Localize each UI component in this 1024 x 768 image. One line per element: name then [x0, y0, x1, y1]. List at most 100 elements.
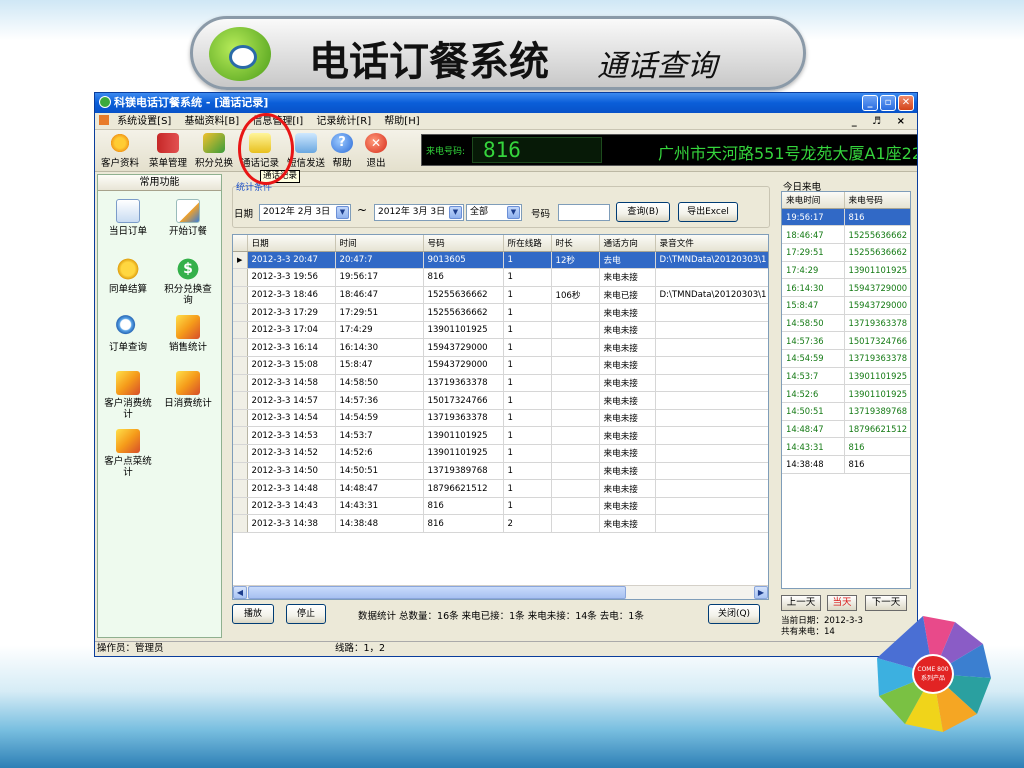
column-header-duration[interactable]: 时长: [551, 235, 600, 252]
next-day-button[interactable]: 下一天: [865, 595, 907, 611]
row-indicator[interactable]: [233, 409, 248, 428]
table-row[interactable]: 2012-3-3 14:58 14:58:50 13719363378 1 来电未接: [233, 374, 768, 393]
row-indicator[interactable]: [233, 391, 248, 410]
chevron-down-icon[interactable]: ▼: [336, 206, 349, 219]
export-excel-button[interactable]: 导出Excel: [678, 202, 738, 222]
table-row[interactable]: 2012-3-3 14:53 14:53:7 13901101925 1 来电未接: [233, 426, 768, 446]
column-header-call-time[interactable]: 来电时间: [782, 192, 845, 209]
column-header-line[interactable]: 所在线路: [503, 235, 552, 252]
chevron-down-icon[interactable]: ▼: [449, 206, 462, 219]
list-item[interactable]: 14:43:31 816: [782, 437, 910, 457]
row-indicator[interactable]: [233, 497, 248, 516]
table-row[interactable]: 2012-3-3 14:57 14:57:36 15017324766 1 来电未接: [233, 391, 768, 410]
menu-help[interactable]: 帮助[H]: [379, 113, 424, 130]
chevron-down-icon[interactable]: ▼: [507, 206, 520, 219]
date-from-picker[interactable]: 2012年 2月 3日 ▼: [259, 204, 351, 221]
row-indicator[interactable]: [233, 268, 248, 287]
list-item[interactable]: 14:54:59 13719363378: [782, 349, 910, 368]
list-item[interactable]: 14:52:6 13901101925: [782, 384, 910, 404]
sidebar-item-points-query[interactable]: $ 积分兑换查询: [160, 257, 216, 306]
table-row[interactable]: 2012-3-3 19:56 19:56:17 816 1 来电未接: [233, 268, 768, 287]
row-indicator[interactable]: ▶: [233, 251, 248, 270]
table-row[interactable]: 2012-3-3 17:04 17:4:29 13901101925 1 来电未接: [233, 321, 768, 340]
row-indicator[interactable]: [233, 479, 248, 498]
row-indicator[interactable]: [233, 303, 248, 322]
table-row[interactable]: 2012-3-3 14:48 14:48:47 18796621512 1 来电未接: [233, 479, 768, 498]
sidebar-item-customer-dish-stats[interactable]: 客户点菜统计: [100, 429, 156, 478]
list-item[interactable]: 15:8:47 15943729000: [782, 296, 910, 315]
toolbar-menu-management-button[interactable]: 菜单管理: [145, 133, 191, 169]
list-item[interactable]: 14:38:48 816: [782, 455, 910, 474]
list-item[interactable]: 14:53:7 13901101925: [782, 367, 910, 386]
close-button[interactable]: 关闭(Q): [708, 604, 760, 624]
play-button[interactable]: 播放: [232, 604, 274, 624]
scroll-left-icon[interactable]: ◀: [233, 586, 247, 599]
mdi-controls[interactable]: _ ♬ ×: [852, 113, 911, 130]
table-row[interactable]: ▶ 2012-3-3 20:47 20:47:7 9013605 1 12秒 去电 D:\TM…: [233, 251, 768, 270]
column-header-number[interactable]: 号码: [423, 235, 504, 252]
toolbar-help-button[interactable]: ? 帮助: [325, 133, 359, 169]
scrollbar-thumb[interactable]: [248, 586, 626, 599]
list-item[interactable]: 16:14:30 15943729000: [782, 278, 910, 297]
column-header-direction[interactable]: 通话方向: [599, 235, 656, 252]
list-item[interactable]: 14:57:36 15017324766: [782, 331, 910, 350]
row-indicator[interactable]: [233, 462, 248, 481]
toolbar-points-exchange-button[interactable]: 积分兑换: [191, 133, 237, 169]
close-window-button[interactable]: ✕: [898, 95, 914, 111]
row-indicator[interactable]: [233, 321, 248, 340]
today-button[interactable]: 当天: [827, 595, 857, 611]
column-header-caller-number[interactable]: 来电号码: [844, 192, 910, 209]
table-row[interactable]: 2012-3-3 14:43 14:43:31 816 1 来电未接: [233, 497, 768, 516]
query-button[interactable]: 查询(B): [616, 202, 670, 222]
list-item[interactable]: 17:4:29 13901101925: [782, 261, 910, 280]
menu-system-settings[interactable]: 系统设置[S]: [112, 113, 176, 130]
row-indicator[interactable]: [233, 374, 248, 393]
table-row[interactable]: 2012-3-3 14:38 14:38:48 816 2 来电未接: [233, 514, 768, 533]
number-input[interactable]: [558, 204, 610, 221]
column-header-time[interactable]: 时间: [335, 235, 424, 252]
minimize-button[interactable]: _: [862, 95, 878, 111]
row-indicator[interactable]: [233, 444, 248, 463]
table-row[interactable]: 2012-3-3 18:46 18:46:47 15255636662 1 106秒 来电…: [233, 286, 768, 305]
table-cell: [655, 321, 768, 340]
toolbar-customer-data-button[interactable]: 客户资料: [97, 133, 143, 169]
previous-day-button[interactable]: 上一天: [781, 595, 821, 611]
column-header-date[interactable]: 日期: [247, 235, 336, 252]
list-item[interactable]: 14:58:50 13719363378: [782, 314, 910, 333]
sidebar-item-today-orders[interactable]: 当日订单: [100, 199, 156, 237]
sidebar-item-sales-stats[interactable]: 销售统计: [160, 315, 216, 353]
list-item[interactable]: 17:29:51 15255636662: [782, 243, 910, 262]
table-row[interactable]: 2012-3-3 14:54 14:54:59 13719363378 1 来电未接: [233, 409, 768, 428]
list-item[interactable]: 19:56:17 816: [782, 208, 910, 227]
row-indicator[interactable]: [233, 338, 248, 358]
row-indicator[interactable]: [233, 356, 248, 375]
today-calls-table[interactable]: 来电时间 来电号码 19:56:17 816 18:46:47 15255636662…: [781, 191, 911, 589]
table-row[interactable]: 2012-3-3 17:29 17:29:51 15255636662 1 来电未接: [233, 303, 768, 322]
sidebar-item-order-query[interactable]: 订单查询: [100, 315, 156, 353]
restore-button[interactable]: ▫: [880, 95, 896, 111]
scroll-right-icon[interactable]: ▶: [754, 586, 768, 599]
sidebar-item-start-order[interactable]: 开始订餐: [160, 199, 216, 237]
table-row[interactable]: 2012-3-3 14:52 14:52:6 13901101925 1 来电未接: [233, 444, 768, 463]
toolbar-exit-button[interactable]: ✕ 退出: [359, 133, 393, 169]
list-item[interactable]: 14:50:51 13719389768: [782, 402, 910, 421]
call-type-select[interactable]: 全部 ▼: [466, 204, 522, 221]
menu-record-statistics[interactable]: 记录统计[R]: [311, 113, 376, 130]
sidebar-item-settlement[interactable]: 同单结算: [100, 257, 156, 295]
table-row[interactable]: 2012-3-3 14:50 14:50:51 13719389768 1 来电未接: [233, 462, 768, 481]
sidebar-item-daily-consumption[interactable]: 日消费统计: [160, 371, 216, 409]
column-header-recording[interactable]: 录音文件: [655, 235, 768, 252]
row-indicator[interactable]: [233, 514, 248, 533]
date-to-picker[interactable]: 2012年 3月 3日 ▼: [374, 204, 464, 221]
sidebar-item-customer-consumption[interactable]: 客户消费统计: [100, 371, 156, 420]
table-row[interactable]: 2012-3-3 15:08 15:8:47 15943729000 1 来电未接: [233, 356, 768, 375]
stop-button[interactable]: 停止: [286, 604, 326, 624]
table-row[interactable]: 2012-3-3 16:14 16:14:30 15943729000 1 来电未接: [233, 338, 768, 358]
horizontal-scrollbar[interactable]: ◀ ▶: [233, 585, 768, 599]
list-item[interactable]: 18:46:47 15255636662: [782, 225, 910, 244]
menu-base-data[interactable]: 基础资料[B]: [180, 113, 245, 130]
list-item[interactable]: 14:48:47 18796621512: [782, 420, 910, 439]
row-indicator[interactable]: [233, 286, 248, 305]
row-indicator[interactable]: [233, 426, 248, 446]
call-records-table[interactable]: 日期 时间 号码 所在线路 时长 通话方向 录音文件 ▶ 2012-3-3 20:…: [232, 234, 769, 600]
